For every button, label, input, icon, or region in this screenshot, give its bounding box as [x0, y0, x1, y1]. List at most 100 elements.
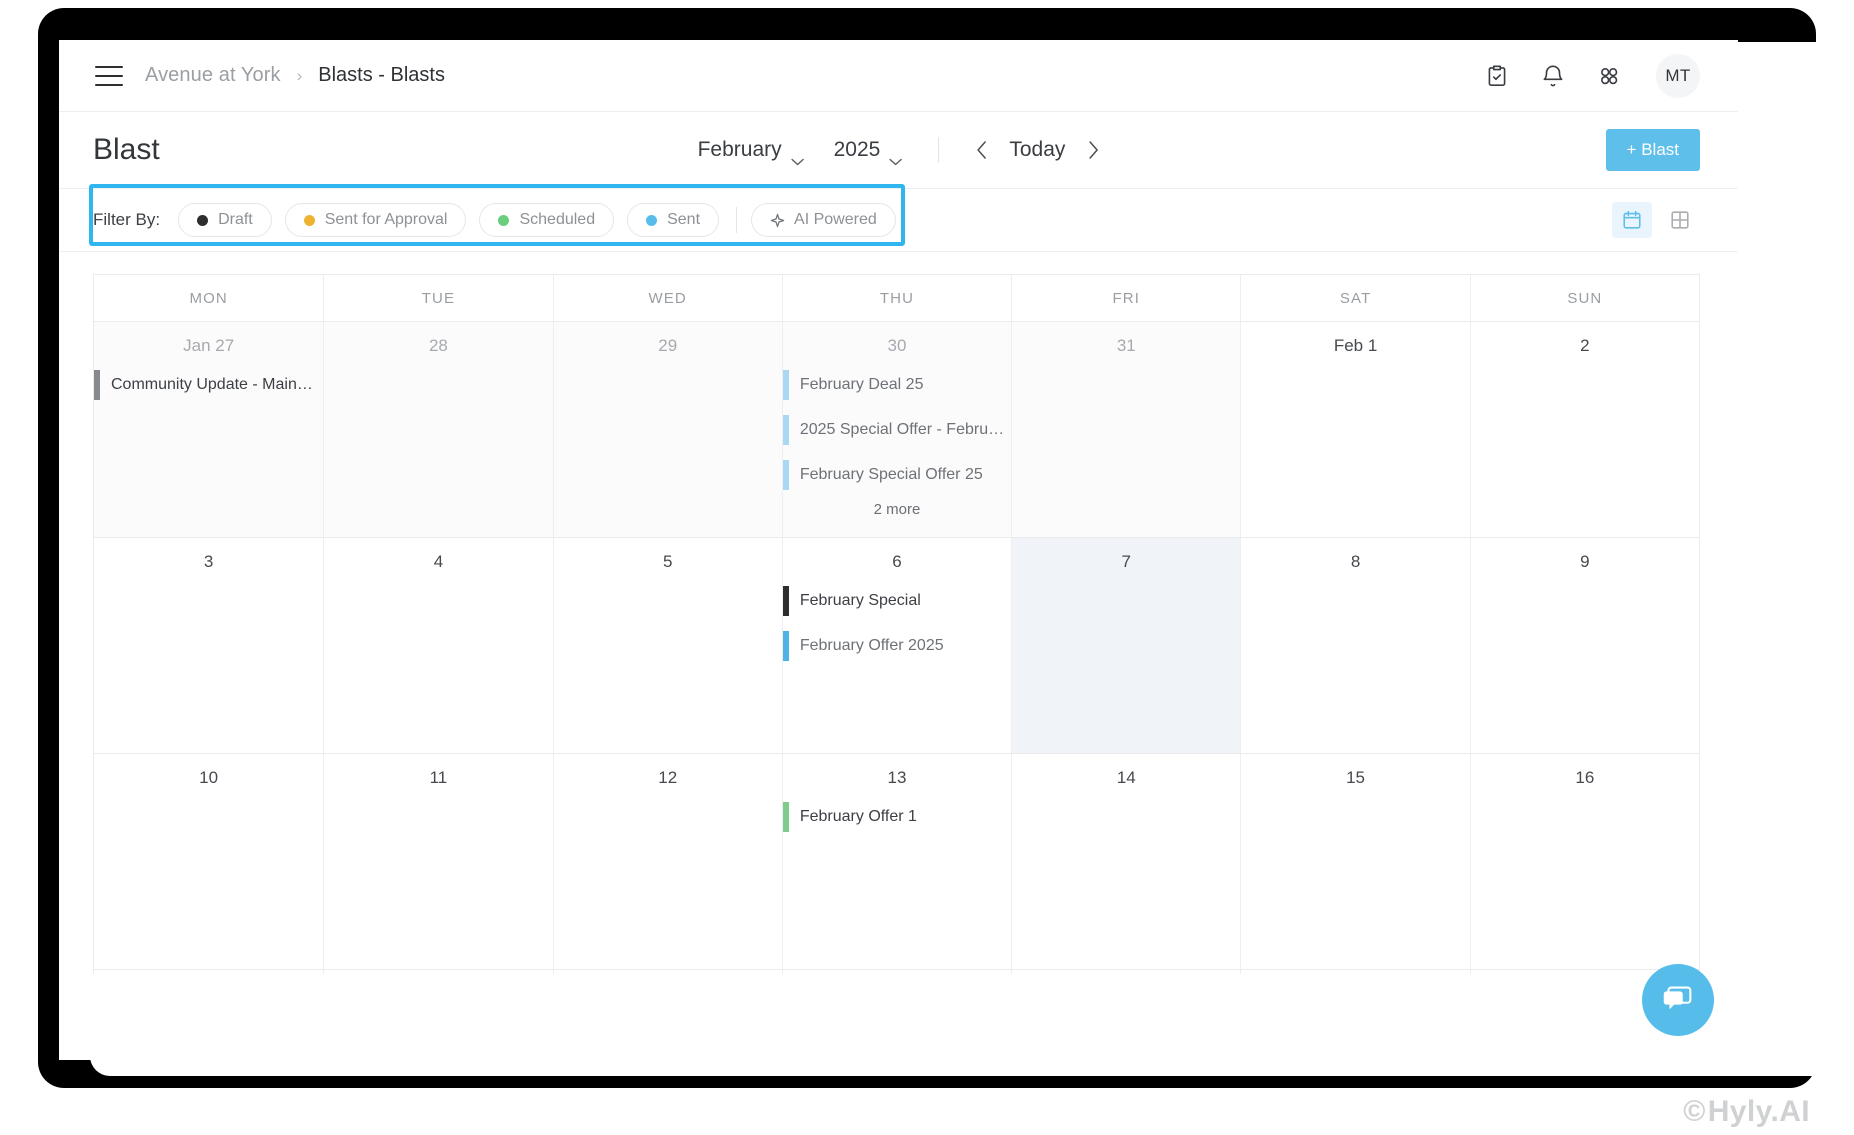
calendar-day-cell[interactable]: 4	[323, 538, 553, 753]
status-dot-sent	[646, 214, 658, 226]
calendar-day-cell[interactable]: 22	[1240, 970, 1470, 974]
year-selector[interactable]: 2025	[832, 134, 905, 166]
calendar-weeks: Jan 27 Community Update - Mainten... 28 29 3…	[94, 322, 1699, 974]
calendar-day-cell[interactable]: 5	[552, 538, 782, 753]
event-status-bar	[782, 631, 789, 661]
day-header-mon: MON	[189, 289, 228, 307]
calendar-event[interactable]: February Deal 25	[782, 370, 1011, 400]
calendar-event[interactable]: February Offer 2025	[782, 631, 1011, 661]
calendar-day-cell[interactable]: 3	[94, 538, 324, 753]
breadcrumb-current-page: Blasts - Blasts	[318, 64, 445, 86]
chevron-down-icon	[889, 148, 903, 166]
calendar-day-cell[interactable]: 10	[94, 754, 324, 969]
calendar-day-cell[interactable]: 28	[323, 322, 553, 537]
view-toggle-group	[1612, 202, 1700, 238]
filter-chip-ai-powered[interactable]: AI Powered	[751, 203, 896, 237]
calendar-day-cell[interactable]: Jan 27 Community Update - Mainten...	[94, 322, 324, 537]
more-events-link[interactable]: 2 more	[783, 501, 1011, 518]
event-status-bar	[782, 460, 789, 490]
filter-chip-label: AI Powered	[794, 211, 877, 228]
day-number: 9	[1580, 552, 1590, 571]
day-number: 10	[199, 768, 219, 787]
page-header: Blast February 2025 Today + Blast	[59, 112, 1738, 188]
add-blast-button[interactable]: + Blast	[1605, 129, 1700, 171]
day-number: 2	[1580, 336, 1590, 355]
day-header-thu: THU	[781, 275, 1011, 321]
year-value: 2025	[833, 138, 881, 161]
day-number: 3	[203, 552, 214, 571]
calendar-event[interactable]: February Offer 1	[782, 802, 1011, 832]
breadcrumb-org[interactable]: Avenue at York	[145, 64, 281, 87]
page-title: Blast	[93, 133, 160, 166]
calendar-day-cell[interactable]: 11	[323, 754, 553, 969]
calendar-day-cell[interactable]: 16	[1469, 754, 1699, 969]
month-value: February	[697, 138, 782, 161]
calendar-week-row: 10 11 12 13 February Offer 1 14 15 16	[94, 754, 1699, 970]
calendar-day-cell[interactable]: 19	[552, 970, 782, 974]
filter-chip-label: Scheduled	[519, 211, 596, 228]
filter-chip-sent-for-approval[interactable]: Sent for Approval	[284, 203, 467, 237]
app-window: Avenue at York › Blasts - Blasts MT Blas…	[59, 40, 1738, 1060]
calendar-day-cell[interactable]: 13 February Offer 1	[781, 754, 1012, 969]
calendar-day-cell[interactable]: 17	[94, 970, 324, 974]
calendar-event[interactable]: February Special Offer 25	[782, 460, 1011, 490]
calendar-event[interactable]: Community Update - Mainten...	[94, 370, 323, 400]
day-number: 14	[1116, 768, 1136, 787]
day-header-wed: WED	[552, 275, 782, 321]
day-number: Jan 27	[183, 336, 235, 355]
calendar-event[interactable]: 2025 Special Offer - February	[782, 415, 1011, 445]
chat-widget-button[interactable]	[1642, 964, 1714, 1036]
calendar-day-cell[interactable]: 7	[1011, 538, 1241, 753]
grid-view-icon[interactable]	[1660, 202, 1700, 238]
calendar-day-cell[interactable]: Feb 1	[1240, 322, 1470, 537]
calendar-day-cell[interactable]: 14	[1011, 754, 1241, 969]
filter-chip-scheduled[interactable]: Scheduled	[479, 203, 615, 237]
calendar-day-cell[interactable]: 31	[1011, 322, 1241, 537]
calendar-day-cell[interactable]: 12	[552, 754, 782, 969]
bell-icon[interactable]	[1540, 63, 1566, 89]
calendar-day-cell[interactable]: 15	[1240, 754, 1470, 969]
hamburger-menu-icon[interactable]	[95, 65, 123, 86]
day-number: 16	[1575, 768, 1595, 787]
calendar-view-icon[interactable]	[1612, 202, 1652, 238]
calendar-event[interactable]: February Special	[782, 586, 1011, 616]
day-number: 7	[1121, 552, 1132, 571]
day-number: 28	[428, 336, 448, 355]
calendar-day-cell[interactable]: 6 February Special February Offer 2025	[781, 538, 1012, 753]
previous-period-icon[interactable]	[973, 138, 989, 162]
next-period-icon[interactable]	[1085, 138, 1101, 162]
calendar-day-cell[interactable]: 18	[323, 970, 553, 974]
calendar-day-cell[interactable]: 8	[1240, 538, 1470, 753]
day-number: 6	[892, 552, 902, 571]
month-selector[interactable]: February	[696, 134, 806, 166]
calendar-day-cell[interactable]: 21	[1011, 970, 1241, 974]
today-navigation-group: Today	[973, 138, 1101, 162]
filter-divider	[736, 207, 738, 233]
calendar-day-cell[interactable]: 2	[1469, 322, 1699, 537]
calendar-day-cell[interactable]: 9	[1469, 538, 1699, 753]
calendar-navigation: February 2025 Today	[696, 134, 1102, 166]
calendar-day-cell[interactable]: 30 February Deal 25 2025 Special Offer - F…	[781, 322, 1012, 537]
clipboard-check-icon[interactable]	[1484, 63, 1510, 89]
calendar-week-row: Jan 27 Community Update - Mainten... 28 29 3…	[94, 322, 1699, 538]
day-number: 12	[658, 768, 678, 787]
day-number: 5	[662, 552, 673, 571]
day-number: Feb 1	[1333, 336, 1378, 355]
filter-chip-draft[interactable]: Draft	[178, 203, 272, 237]
day-number: 4	[433, 552, 444, 571]
day-header-tue: TUE	[323, 275, 552, 321]
day-number: 13	[887, 768, 907, 787]
today-button[interactable]: Today	[1009, 138, 1065, 162]
chevron-down-icon	[790, 148, 804, 166]
breadcrumb-separator-icon: ›	[296, 65, 303, 85]
calendar-day-cell[interactable]: 29	[552, 322, 782, 537]
apps-grid-icon[interactable]	[1596, 63, 1622, 89]
filter-chip-sent[interactable]: Sent	[627, 203, 720, 237]
filter-bar-wrapper: Filter By: Draft Sent for Approval Sched…	[59, 184, 1738, 252]
calendar-day-cell[interactable]: 20	[781, 970, 1012, 974]
event-title: February Offer 1	[799, 808, 917, 825]
day-header-sat: SAT	[1240, 275, 1469, 321]
calendar-grid: MON TUE WED THU FRI SAT SUN Jan 27 Commun…	[93, 274, 1700, 974]
nav-divider	[938, 137, 940, 163]
user-avatar[interactable]: MT	[1656, 53, 1700, 98]
